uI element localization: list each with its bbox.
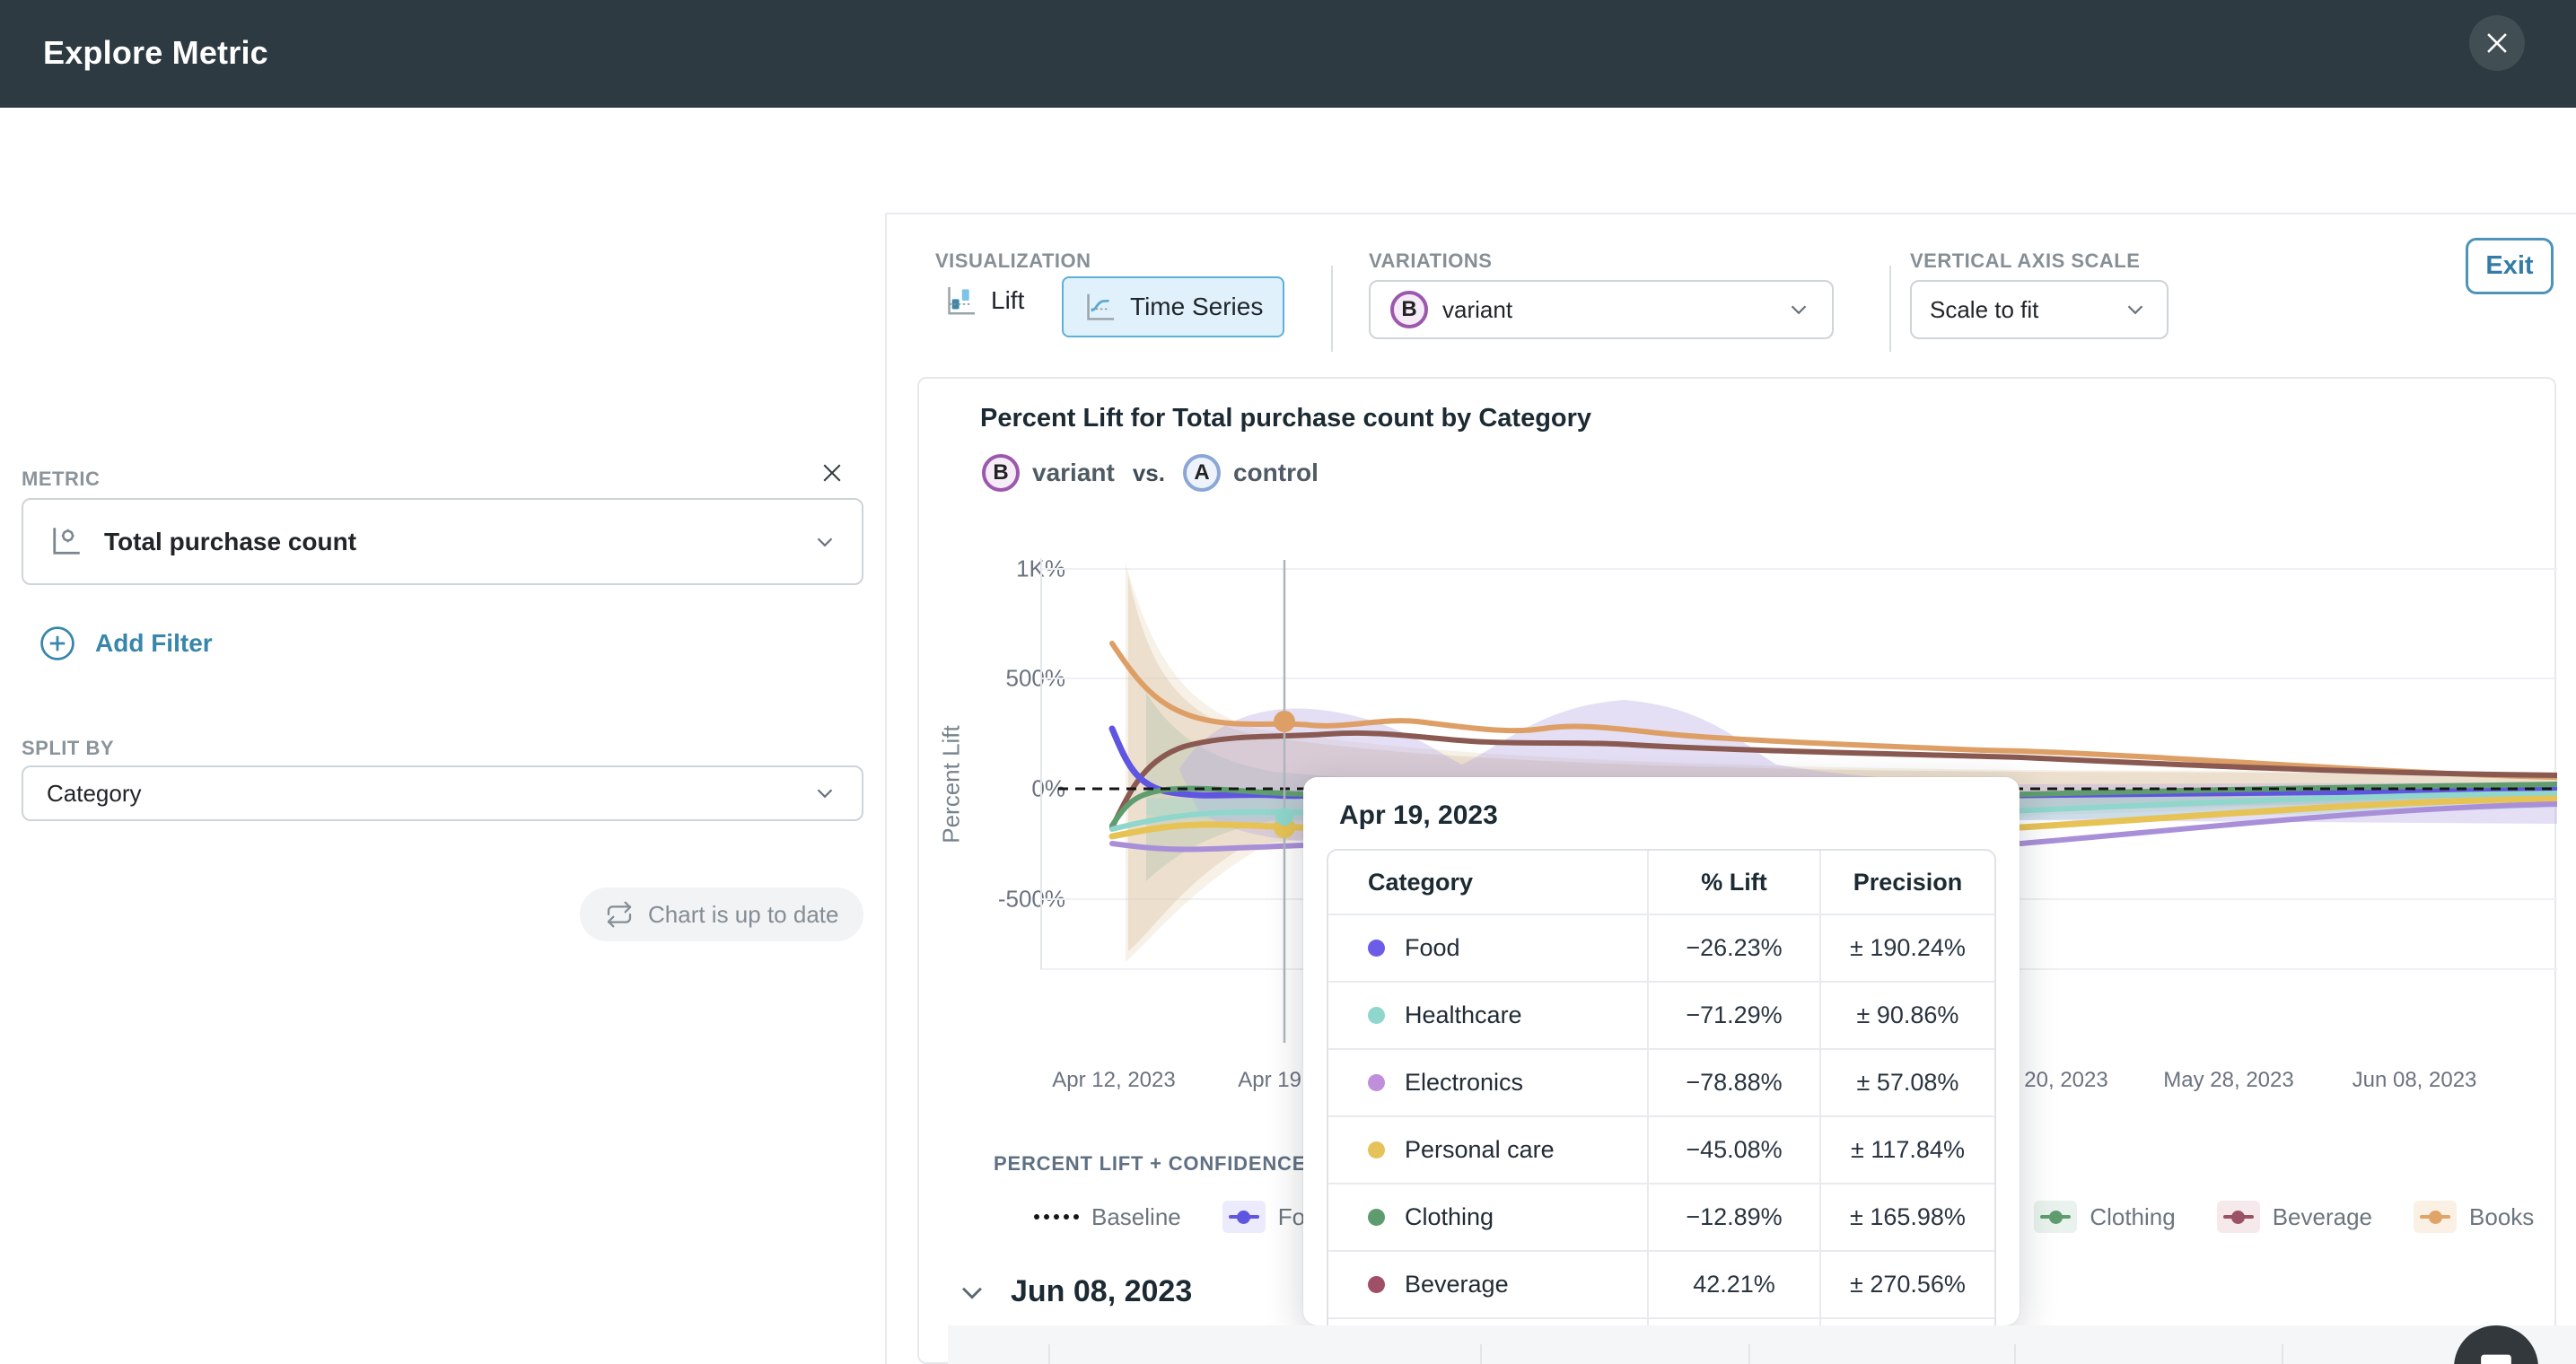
tooltip-row-healthcare: Healthcare −71.29% ± 90.86% <box>1328 981 1994 1048</box>
explore-metric-modal: Explore Metric Total purchase count by C… <box>0 0 2576 1364</box>
exit-button[interactable]: Exit <box>2466 238 2554 294</box>
config-panel: METRIC Total purchase count Add Filter S… <box>0 213 887 1364</box>
chevron-down-icon <box>811 780 838 807</box>
add-filter-label: Add Filter <box>95 629 213 658</box>
x-tick: Jun 08, 2023 <box>2353 1068 2477 1093</box>
visualization-label: VISUALIZATION <box>935 249 1091 273</box>
lift-chart-icon <box>944 284 978 318</box>
chat-bubble-icon <box>2475 1347 2517 1364</box>
date-section-toggle[interactable]: Jun 08, 2023 <box>957 1274 1192 1309</box>
divider <box>1889 266 1891 352</box>
add-filter-button[interactable]: Add Filter <box>38 624 213 663</box>
divider <box>1331 266 1333 352</box>
chart-status-pill: Chart is up to date <box>580 887 863 941</box>
time-series-toggle[interactable]: Time Series <box>1062 276 1284 337</box>
x-tick: Apr 12, 2023 <box>1052 1068 1175 1093</box>
time-series-toggle-label: Time Series <box>1130 293 1263 321</box>
legend-item-books[interactable]: Books <box>2414 1201 2534 1233</box>
personal-care-color-dot <box>1368 1141 1385 1159</box>
metric-icon <box>47 523 84 561</box>
x-tick: May 28, 2023 <box>2163 1068 2293 1093</box>
variations-label: VARIATIONS <box>1369 249 1492 273</box>
food-series-icon <box>1222 1201 1266 1233</box>
variant-b-badge: B <box>1390 291 1428 328</box>
beverage-series-icon <box>2217 1201 2260 1233</box>
tooltip-row-personal-care: Personal care −45.08% ± 117.84% <box>1328 1115 1994 1183</box>
split-by-value: Category <box>47 780 811 808</box>
tooltip-col-lift: % Lift <box>1701 869 1767 896</box>
axis-scale-value: Scale to fit <box>1930 296 2122 324</box>
tooltip-row-beverage: Beverage 42.21% ± 270.56% <box>1328 1250 1994 1317</box>
chevron-down-icon <box>1785 296 1812 323</box>
healthcare-color-dot <box>1368 1007 1385 1024</box>
control-a-badge: A <box>1183 454 1221 492</box>
modal-header: Explore Metric <box>0 0 2576 108</box>
lift-toggle-label: Lift <box>991 286 1024 315</box>
close-button[interactable] <box>2469 15 2525 71</box>
title-bar: Total purchase count by Category Exit <box>0 108 2576 214</box>
chevron-down-icon <box>2122 296 2149 323</box>
legend-item-clothing[interactable]: Clothing <box>2034 1201 2175 1233</box>
tooltip-col-precision: Precision <box>1853 869 1963 896</box>
vs-label: vs. <box>1133 459 1165 487</box>
plus-circle-icon <box>38 624 77 663</box>
chevron-down-icon <box>957 1277 987 1307</box>
date-table-header-band <box>948 1325 2576 1364</box>
refresh-icon <box>605 900 634 929</box>
close-icon <box>2482 28 2512 58</box>
axis-scale-select[interactable]: Scale to fit <box>1910 280 2169 339</box>
variant-b-badge: B <box>982 454 1020 492</box>
clothing-series-icon <box>2034 1201 2077 1233</box>
books-hover-marker <box>1274 711 1295 732</box>
chart-status-text: Chart is up to date <box>648 901 838 929</box>
clothing-color-dot <box>1368 1209 1385 1226</box>
variation-select[interactable]: B variant <box>1369 280 1834 339</box>
baseline-dotted-icon <box>1034 1214 1079 1220</box>
lift-toggle[interactable]: Lift <box>944 284 1024 318</box>
chart-tooltip: Apr 19, 2023 Category % Lift Precision F… <box>1303 777 2020 1325</box>
variation-value: variant <box>1442 296 1785 324</box>
tooltip-table: Category % Lift Precision Food −26.23% ±… <box>1327 849 1996 1325</box>
variant-name: variant <box>1032 459 1115 487</box>
split-by-select[interactable]: Category <box>22 765 863 821</box>
tooltip-row-books: Books 49.51% ± 279.99% <box>1328 1317 1994 1325</box>
metric-select[interactable]: Total purchase count <box>22 498 863 585</box>
vertical-axis-scale-label: VERTICAL AXIS SCALE <box>1910 249 2140 273</box>
date-section-label: Jun 08, 2023 <box>1011 1274 1192 1309</box>
modal-title: Explore Metric <box>43 34 268 72</box>
beverage-color-dot <box>1368 1276 1385 1293</box>
panel-close-button[interactable] <box>812 453 852 493</box>
healthcare-hover-marker <box>1275 808 1293 826</box>
split-by-label: SPLIT BY <box>22 737 114 760</box>
tooltip-col-category: Category <box>1368 869 1473 896</box>
chevron-down-icon <box>811 529 838 555</box>
time-series-icon <box>1083 290 1117 324</box>
metric-label: METRIC <box>22 468 100 491</box>
tooltip-date: Apr 19, 2023 <box>1339 800 1996 831</box>
tooltip-header-row: Category % Lift Precision <box>1328 851 1994 914</box>
books-series-icon <box>2414 1201 2457 1233</box>
legend-item-baseline[interactable]: Baseline <box>1034 1203 1181 1231</box>
food-color-dot <box>1368 940 1385 957</box>
electronics-color-dot <box>1368 1074 1385 1091</box>
control-name: control <box>1233 459 1319 487</box>
tooltip-row-electronics: Electronics −78.88% ± 57.08% <box>1328 1048 1994 1115</box>
tooltip-row-food: Food −26.23% ± 190.24% <box>1328 914 1994 981</box>
comparison-row: B variant vs. A control <box>982 454 1319 492</box>
metric-value: Total purchase count <box>104 528 811 556</box>
close-icon <box>819 459 846 486</box>
legend-item-beverage[interactable]: Beverage <box>2217 1201 2372 1233</box>
chart-title: Percent Lift for Total purchase count by… <box>980 404 1591 433</box>
tooltip-row-clothing: Clothing −12.89% ± 165.98% <box>1328 1183 1994 1250</box>
